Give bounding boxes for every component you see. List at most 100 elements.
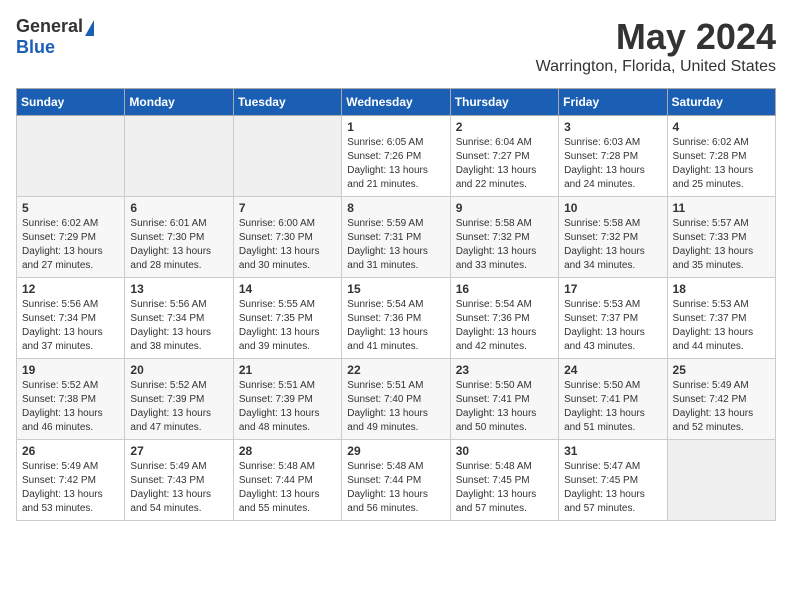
calendar-week-3: 12 Sunrise: 5:56 AMSunset: 7:34 PMDayligh…	[17, 278, 776, 359]
header-saturday: Saturday	[667, 89, 775, 116]
day-info: Sunrise: 5:51 AMSunset: 7:39 PMDaylight:…	[239, 379, 336, 435]
day-number: 6	[130, 201, 227, 215]
day-number: 19	[22, 363, 119, 377]
day-number: 1	[347, 120, 444, 134]
day-number: 22	[347, 363, 444, 377]
day-info: Sunrise: 6:01 AMSunset: 7:30 PMDaylight:…	[130, 217, 227, 273]
day-number: 28	[239, 444, 336, 458]
logo-general-text: General	[16, 16, 83, 37]
calendar-cell: 3 Sunrise: 6:03 AMSunset: 7:28 PMDaylight…	[559, 116, 667, 197]
day-info: Sunrise: 5:56 AMSunset: 7:34 PMDaylight:…	[22, 298, 119, 354]
day-number: 7	[239, 201, 336, 215]
title-area: May 2024 Warrington, Florida, United Sta…	[536, 16, 776, 76]
calendar-cell	[17, 116, 125, 197]
day-info: Sunrise: 6:02 AMSunset: 7:29 PMDaylight:…	[22, 217, 119, 273]
day-info: Sunrise: 5:48 AMSunset: 7:45 PMDaylight:…	[456, 460, 553, 516]
calendar-cell: 22 Sunrise: 5:51 AMSunset: 7:40 PMDayligh…	[342, 359, 450, 440]
day-number: 23	[456, 363, 553, 377]
calendar-cell: 30 Sunrise: 5:48 AMSunset: 7:45 PMDayligh…	[450, 440, 558, 521]
calendar-cell	[233, 116, 341, 197]
calendar-cell: 10 Sunrise: 5:58 AMSunset: 7:32 PMDayligh…	[559, 197, 667, 278]
calendar-cell: 14 Sunrise: 5:55 AMSunset: 7:35 PMDayligh…	[233, 278, 341, 359]
calendar-cell: 24 Sunrise: 5:50 AMSunset: 7:41 PMDayligh…	[559, 359, 667, 440]
calendar-cell	[667, 440, 775, 521]
month-title: May 2024	[536, 16, 776, 58]
calendar-cell: 2 Sunrise: 6:04 AMSunset: 7:27 PMDaylight…	[450, 116, 558, 197]
calendar-cell	[125, 116, 233, 197]
day-number: 4	[673, 120, 770, 134]
day-info: Sunrise: 6:04 AMSunset: 7:27 PMDaylight:…	[456, 136, 553, 192]
calendar-cell: 4Sunrise: 6:02 AMSunset: 7:28 PMDaylight…	[667, 116, 775, 197]
day-info: Sunrise: 5:58 AMSunset: 7:32 PMDaylight:…	[564, 217, 661, 273]
day-number: 25	[673, 363, 770, 377]
day-number: 9	[456, 201, 553, 215]
logo-triangle-icon	[85, 20, 94, 36]
header: General Blue May 2024 Warrington, Florid…	[16, 16, 776, 76]
calendar-cell: 19 Sunrise: 5:52 AMSunset: 7:38 PMDayligh…	[17, 359, 125, 440]
day-number: 13	[130, 282, 227, 296]
header-tuesday: Tuesday	[233, 89, 341, 116]
day-info: Sunrise: 5:51 AMSunset: 7:40 PMDaylight:…	[347, 379, 444, 435]
day-info: Sunrise: 5:53 AMSunset: 7:37 PMDaylight:…	[673, 298, 770, 354]
day-info: Sunrise: 6:03 AMSunset: 7:28 PMDaylight:…	[564, 136, 661, 192]
calendar-header-row: SundayMondayTuesdayWednesdayThursdayFrid…	[17, 89, 776, 116]
calendar-cell: 31Sunrise: 5:47 AMSunset: 7:45 PMDayligh…	[559, 440, 667, 521]
day-info: Sunrise: 5:54 AMSunset: 7:36 PMDaylight:…	[456, 298, 553, 354]
day-info: Sunrise: 6:00 AMSunset: 7:30 PMDaylight:…	[239, 217, 336, 273]
calendar-cell: 5Sunrise: 6:02 AMSunset: 7:29 PMDaylight…	[17, 197, 125, 278]
calendar-cell: 6 Sunrise: 6:01 AMSunset: 7:30 PMDaylight…	[125, 197, 233, 278]
header-wednesday: Wednesday	[342, 89, 450, 116]
day-info: Sunrise: 5:50 AMSunset: 7:41 PMDaylight:…	[564, 379, 661, 435]
calendar-cell: 26Sunrise: 5:49 AMSunset: 7:42 PMDayligh…	[17, 440, 125, 521]
header-friday: Friday	[559, 89, 667, 116]
calendar-week-1: 1 Sunrise: 6:05 AMSunset: 7:26 PMDaylight…	[17, 116, 776, 197]
day-number: 24	[564, 363, 661, 377]
calendar-cell: 12 Sunrise: 5:56 AMSunset: 7:34 PMDayligh…	[17, 278, 125, 359]
day-info: Sunrise: 5:50 AMSunset: 7:41 PMDaylight:…	[456, 379, 553, 435]
day-info: Sunrise: 5:47 AMSunset: 7:45 PMDaylight:…	[564, 460, 661, 516]
calendar-cell: 27 Sunrise: 5:49 AMSunset: 7:43 PMDayligh…	[125, 440, 233, 521]
day-info: Sunrise: 5:59 AMSunset: 7:31 PMDaylight:…	[347, 217, 444, 273]
calendar-cell: 11 Sunrise: 5:57 AMSunset: 7:33 PMDayligh…	[667, 197, 775, 278]
day-number: 14	[239, 282, 336, 296]
calendar-cell: 23 Sunrise: 5:50 AMSunset: 7:41 PMDayligh…	[450, 359, 558, 440]
calendar-week-2: 5Sunrise: 6:02 AMSunset: 7:29 PMDaylight…	[17, 197, 776, 278]
calendar-cell: 25 Sunrise: 5:49 AMSunset: 7:42 PMDayligh…	[667, 359, 775, 440]
calendar-cell: 1 Sunrise: 6:05 AMSunset: 7:26 PMDaylight…	[342, 116, 450, 197]
day-info: Sunrise: 5:54 AMSunset: 7:36 PMDaylight:…	[347, 298, 444, 354]
day-info: Sunrise: 5:56 AMSunset: 7:34 PMDaylight:…	[130, 298, 227, 354]
header-monday: Monday	[125, 89, 233, 116]
day-info: Sunrise: 6:05 AMSunset: 7:26 PMDaylight:…	[347, 136, 444, 192]
day-number: 3	[564, 120, 661, 134]
day-info: Sunrise: 5:55 AMSunset: 7:35 PMDaylight:…	[239, 298, 336, 354]
header-sunday: Sunday	[17, 89, 125, 116]
day-info: Sunrise: 5:49 AMSunset: 7:42 PMDaylight:…	[673, 379, 770, 435]
day-number: 2	[456, 120, 553, 134]
day-number: 15	[347, 282, 444, 296]
logo: General Blue	[16, 16, 94, 58]
day-number: 10	[564, 201, 661, 215]
day-number: 11	[673, 201, 770, 215]
calendar-cell: 21 Sunrise: 5:51 AMSunset: 7:39 PMDayligh…	[233, 359, 341, 440]
location-title: Warrington, Florida, United States	[536, 58, 776, 76]
logo-blue-text: Blue	[16, 37, 55, 57]
day-info: Sunrise: 5:57 AMSunset: 7:33 PMDaylight:…	[673, 217, 770, 273]
day-info: Sunrise: 5:48 AMSunset: 7:44 PMDaylight:…	[239, 460, 336, 516]
day-info: Sunrise: 5:49 AMSunset: 7:43 PMDaylight:…	[130, 460, 227, 516]
day-number: 18	[673, 282, 770, 296]
day-number: 26	[22, 444, 119, 458]
day-info: Sunrise: 5:53 AMSunset: 7:37 PMDaylight:…	[564, 298, 661, 354]
day-number: 29	[347, 444, 444, 458]
day-number: 21	[239, 363, 336, 377]
day-info: Sunrise: 5:58 AMSunset: 7:32 PMDaylight:…	[456, 217, 553, 273]
day-number: 16	[456, 282, 553, 296]
calendar-cell: 16 Sunrise: 5:54 AMSunset: 7:36 PMDayligh…	[450, 278, 558, 359]
day-number: 30	[456, 444, 553, 458]
calendar-week-4: 19 Sunrise: 5:52 AMSunset: 7:38 PMDayligh…	[17, 359, 776, 440]
calendar-cell: 9 Sunrise: 5:58 AMSunset: 7:32 PMDaylight…	[450, 197, 558, 278]
day-info: Sunrise: 5:48 AMSunset: 7:44 PMDaylight:…	[347, 460, 444, 516]
day-number: 27	[130, 444, 227, 458]
calendar-cell: 13 Sunrise: 5:56 AMSunset: 7:34 PMDayligh…	[125, 278, 233, 359]
day-info: Sunrise: 5:52 AMSunset: 7:38 PMDaylight:…	[22, 379, 119, 435]
day-number: 12	[22, 282, 119, 296]
